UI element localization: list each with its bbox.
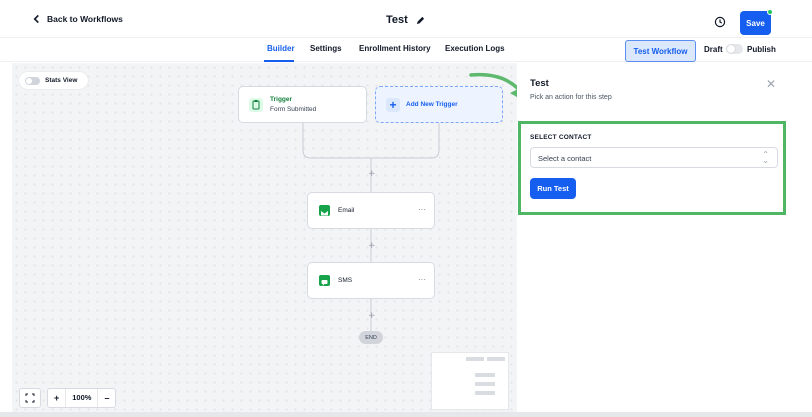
workflow-title: Test — [386, 14, 425, 26]
status-dot — [767, 9, 773, 15]
sms-label: SMS — [338, 277, 353, 284]
stats-view-toggle[interactable]: Stats View — [19, 72, 88, 89]
select-contact-label: SELECT CONTACT — [530, 134, 592, 141]
more-options-icon[interactable]: ··· — [418, 275, 426, 284]
stats-view-label: Stats View — [45, 77, 78, 84]
trigger-subtitle: Form Submitted — [270, 106, 317, 113]
chevron-left-icon — [33, 14, 39, 24]
add-trigger-label: Add New Trigger — [406, 101, 458, 108]
scrollbar-track — [0, 412, 812, 417]
save-button[interactable]: Save — [740, 11, 771, 35]
trigger-title: Trigger — [270, 96, 293, 103]
more-options-icon[interactable]: ··· — [418, 205, 426, 214]
history-icon[interactable] — [714, 16, 726, 28]
minimap-node — [475, 391, 495, 395]
zoom-level: 100% — [65, 389, 99, 407]
zoom-group: + 100% – — [47, 388, 117, 408]
back-label: Back to Workflows — [47, 14, 123, 24]
test-panel — [517, 63, 795, 417]
tab-builder[interactable]: Builder — [267, 44, 295, 53]
back-to-workflows-link[interactable]: Back to Workflows — [32, 14, 123, 24]
pencil-icon[interactable] — [416, 16, 425, 25]
tab-execution-logs[interactable]: Execution Logs — [445, 44, 505, 53]
minimap[interactable] — [431, 352, 509, 410]
minimap-node — [475, 373, 495, 377]
publish-toggle[interactable] — [726, 44, 743, 54]
select-placeholder: Select a contact — [538, 154, 592, 163]
workflow-title-text: Test — [386, 14, 408, 26]
active-tab-indicator — [264, 60, 294, 62]
sms-action-node[interactable]: SMS ··· — [307, 262, 435, 299]
zoom-controls: + 100% – — [19, 387, 117, 409]
stats-toggle-switch[interactable] — [25, 76, 40, 85]
email-action-node[interactable]: Email ··· — [307, 192, 435, 229]
tab-enrollment-history[interactable]: Enrollment History — [359, 44, 431, 53]
draft-label: Draft — [704, 45, 723, 54]
chevron-updown-icon: ⌃ ⌄ — [762, 150, 769, 165]
minimap-node — [487, 357, 505, 361]
add-new-trigger-button[interactable]: + Add New Trigger — [375, 86, 503, 123]
close-icon[interactable]: ✕ — [766, 77, 776, 91]
end-node: END — [359, 331, 383, 344]
minimap-node — [475, 382, 495, 386]
panel-title: Test — [530, 78, 549, 89]
email-label: Email — [338, 207, 355, 214]
plus-icon: + — [386, 98, 400, 112]
panel-subtitle: Pick an action for this step — [530, 94, 612, 101]
fit-view-button[interactable] — [19, 388, 41, 408]
top-bar: Back to Workflows Test Save — [0, 0, 812, 38]
contact-select[interactable]: Select a contact ⌃ ⌄ — [530, 147, 778, 168]
zoom-in-button[interactable]: + — [48, 393, 65, 403]
clipboard-icon — [249, 98, 263, 112]
expand-icon — [25, 393, 35, 403]
minimap-node — [466, 357, 484, 361]
email-icon — [319, 205, 330, 216]
test-workflow-button[interactable]: Test Workflow — [625, 40, 696, 62]
zoom-out-button[interactable]: – — [98, 393, 115, 403]
publish-label: Publish — [747, 45, 776, 54]
run-test-button[interactable]: Run Test — [530, 178, 576, 199]
sms-icon — [319, 275, 330, 286]
trigger-node[interactable]: Trigger Form Submitted — [238, 86, 367, 123]
tab-settings[interactable]: Settings — [310, 44, 342, 53]
